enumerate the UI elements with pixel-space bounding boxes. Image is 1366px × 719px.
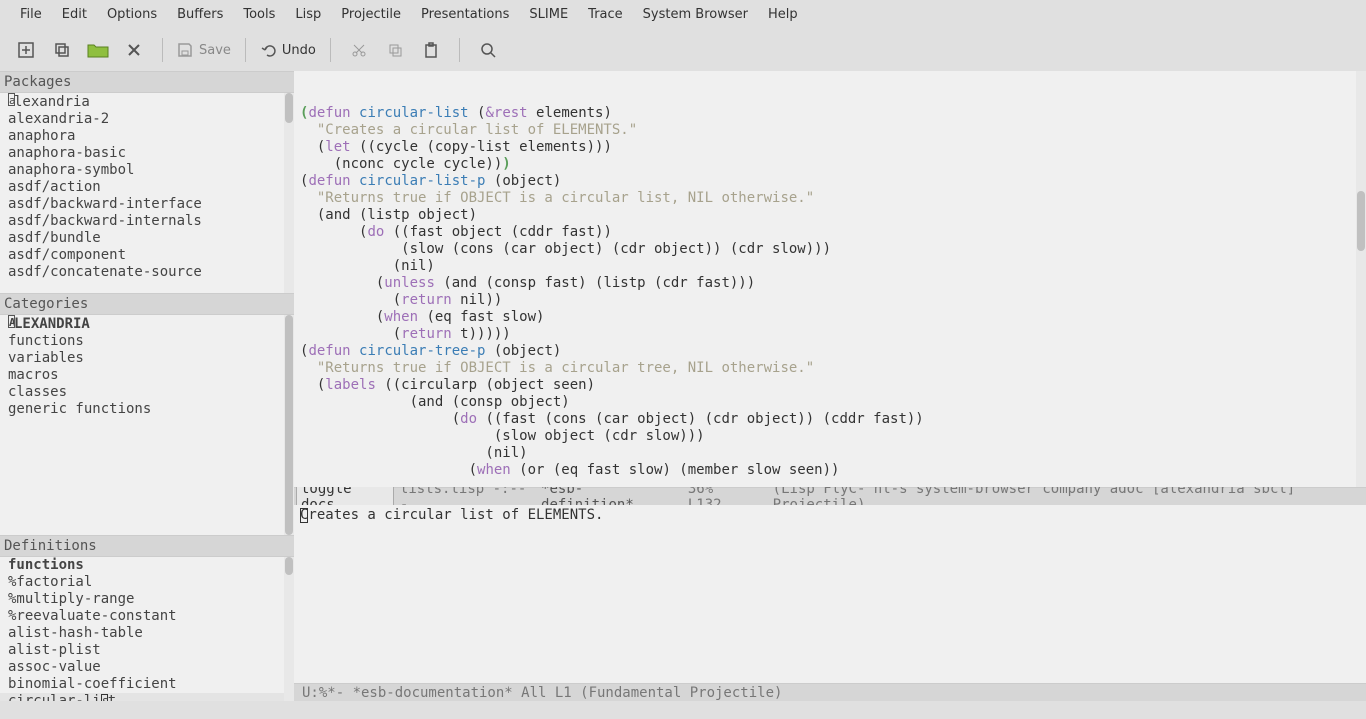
- undo-label: Undo: [282, 43, 316, 58]
- menu-edit[interactable]: Edit: [52, 7, 97, 22]
- list-item[interactable]: circular-list: [0, 693, 294, 701]
- scrollbar[interactable]: [284, 93, 294, 293]
- list-item[interactable]: generic functions: [0, 401, 294, 418]
- toolbar: Save Undo: [0, 29, 1366, 71]
- definitions-header: Definitions: [0, 535, 294, 557]
- list-item[interactable]: alist-hash-table: [0, 625, 294, 642]
- left-sidebar: Packages alexandriaalexandria-2anaphoraa…: [0, 71, 294, 701]
- menubar: FileEditOptionsBuffersToolsLispProjectil…: [0, 0, 1366, 29]
- list-item[interactable]: functions: [0, 557, 294, 574]
- list-item[interactable]: asdf/component: [0, 247, 294, 264]
- list-item[interactable]: binomial-coefficient: [0, 676, 294, 693]
- menu-tools[interactable]: Tools: [233, 7, 285, 22]
- scrollbar[interactable]: [284, 315, 294, 535]
- menu-file[interactable]: File: [10, 7, 52, 22]
- save-button[interactable]: Save: [177, 42, 231, 58]
- code-editor[interactable]: (defun circular-list (&rest elements) "C…: [294, 71, 1366, 487]
- search-icon[interactable]: [474, 36, 502, 64]
- list-item[interactable]: classes: [0, 384, 294, 401]
- copy-icon[interactable]: [48, 36, 76, 64]
- categories-header: Categories: [0, 293, 294, 315]
- menu-presentations[interactable]: Presentations: [411, 7, 519, 22]
- list-item[interactable]: %factorial: [0, 574, 294, 591]
- list-item[interactable]: asdf/backward-interface: [0, 196, 294, 213]
- list-item[interactable]: anaphora-basic: [0, 145, 294, 162]
- list-item[interactable]: macros: [0, 367, 294, 384]
- menu-slime[interactable]: SLIME: [519, 7, 578, 22]
- menu-system-browser[interactable]: System Browser: [633, 7, 758, 22]
- scrollbar[interactable]: [1356, 71, 1366, 487]
- packages-panel[interactable]: alexandriaalexandria-2anaphoraanaphora-b…: [0, 93, 294, 293]
- right-pane: (defun circular-list (&rest elements) "C…: [294, 71, 1366, 701]
- list-item[interactable]: asdf/action: [0, 179, 294, 196]
- menu-options[interactable]: Options: [97, 7, 167, 22]
- modeline-doc-text: U:%*- *esb-documentation* All L1 (Fundam…: [302, 685, 782, 701]
- list-item[interactable]: anaphora-symbol: [0, 162, 294, 179]
- doc-text: Creates a circular list of ELEMENTS.: [300, 507, 603, 523]
- close-icon[interactable]: [120, 36, 148, 64]
- list-item[interactable]: asdf/concatenate-source: [0, 264, 294, 281]
- copy2-icon[interactable]: [381, 36, 409, 64]
- menu-buffers[interactable]: Buffers: [167, 7, 233, 22]
- list-item[interactable]: asdf/backward-internals: [0, 213, 294, 230]
- new-file-icon[interactable]: [12, 36, 40, 64]
- open-folder-icon[interactable]: [84, 36, 112, 64]
- save-label: Save: [199, 43, 231, 58]
- list-item[interactable]: alexandria: [0, 93, 294, 111]
- modeline-editor: toggle docs lists.lisp -:--- *esb-defini…: [294, 487, 1366, 505]
- list-item[interactable]: functions: [0, 333, 294, 350]
- scrollbar[interactable]: [284, 557, 294, 701]
- list-item[interactable]: asdf/bundle: [0, 230, 294, 247]
- documentation-area[interactable]: Creates a circular list of ELEMENTS.: [294, 505, 1366, 683]
- categories-panel[interactable]: ALEXANDRIAfunctionsvariablesmacrosclasse…: [0, 315, 294, 535]
- menu-trace[interactable]: Trace: [578, 7, 633, 22]
- undo-button[interactable]: Undo: [260, 42, 316, 58]
- menu-projectile[interactable]: Projectile: [331, 7, 411, 22]
- menu-lisp[interactable]: Lisp: [285, 7, 331, 22]
- minibuffer[interactable]: [0, 701, 1366, 719]
- list-item[interactable]: assoc-value: [0, 659, 294, 676]
- list-item[interactable]: %reevaluate-constant: [0, 608, 294, 625]
- list-item[interactable]: anaphora: [0, 128, 294, 145]
- list-item[interactable]: alexandria-2: [0, 111, 294, 128]
- list-item[interactable]: ALEXANDRIA: [0, 315, 294, 333]
- packages-header: Packages: [0, 71, 294, 93]
- list-item[interactable]: variables: [0, 350, 294, 367]
- list-item[interactable]: %multiply-range: [0, 591, 294, 608]
- modeline-doc: U:%*- *esb-documentation* All L1 (Fundam…: [294, 683, 1366, 701]
- menu-help[interactable]: Help: [758, 7, 808, 22]
- cut-icon[interactable]: [345, 36, 373, 64]
- definitions-panel[interactable]: functions%factorial%multiply-range%reeva…: [0, 557, 294, 701]
- paste-icon[interactable]: [417, 36, 445, 64]
- list-item[interactable]: alist-plist: [0, 642, 294, 659]
